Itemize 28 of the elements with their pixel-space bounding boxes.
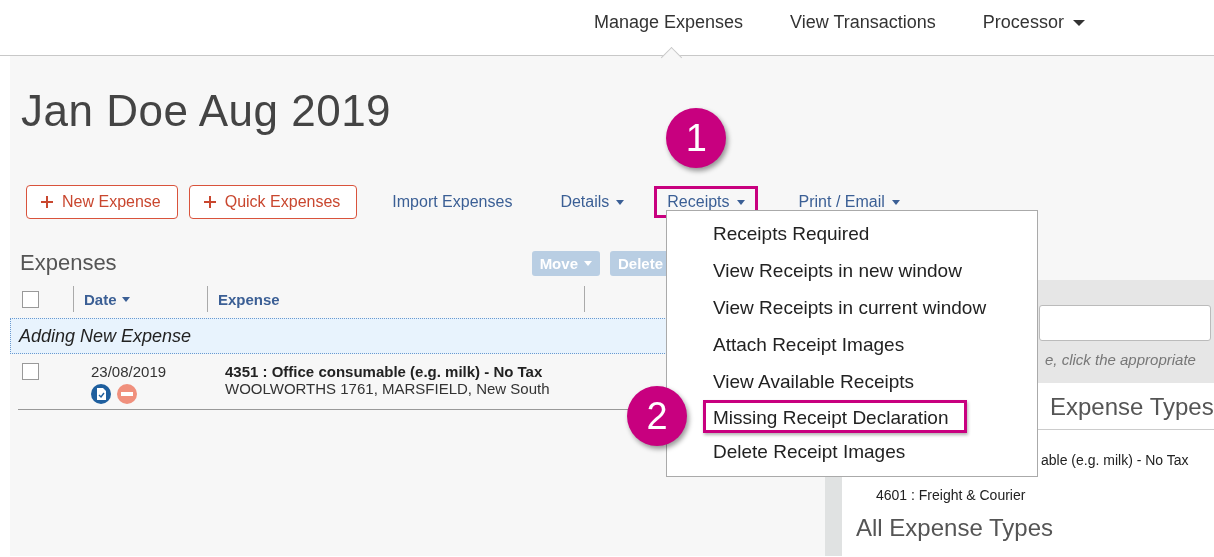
toolbar-link[interactable]: Print / Email [790,188,908,216]
no-entry-icon[interactable] [117,384,137,404]
menu-item[interactable]: Receipts Required [667,215,1037,252]
nav-tab[interactable]: Processor [982,0,1085,56]
column-header[interactable]: Expense [207,286,584,312]
checkbox[interactable] [22,290,39,308]
nav-tab[interactable]: View Transactions [790,0,936,56]
table-cell-text: 23/08/2019 [91,363,168,380]
table-row-label: Adding New Expense [19,325,192,347]
search-field[interactable] [1039,305,1211,341]
section-title: All Expense Types [855,515,1054,542]
receipt-check-icon[interactable] [91,384,111,404]
menu-item[interactable]: Attach Receipt Images [667,326,1037,363]
toolbar-button[interactable]: New Expense [26,185,178,219]
toolbar-link[interactable]: Import Expenses [384,188,521,216]
list-item[interactable]: 4601 : Freight & Courier [842,487,1214,503]
toolbar-button[interactable]: Quick Expenses [188,185,358,219]
table-cell-text: 4351 : Office consumable (e.g. milk) - No Tax [225,363,544,380]
report-title: Jan Doe Aug 2019 [21,86,392,137]
step-badge: 1 [666,108,727,168]
hint-text: e, click the appropriate [1045,351,1197,368]
column-header[interactable]: Date [73,286,207,312]
toolbar-link[interactable]: Details [552,188,633,216]
table-cell-text: WOOLWORTHS 1761, MARSFIELD, New South [225,380,551,397]
menu-item[interactable]: View Receipts in current window [667,289,1037,326]
section-title: Expenses [20,250,117,276]
checkbox[interactable] [22,363,39,380]
menu-item[interactable]: Missing Receipt Declaration [703,400,967,433]
